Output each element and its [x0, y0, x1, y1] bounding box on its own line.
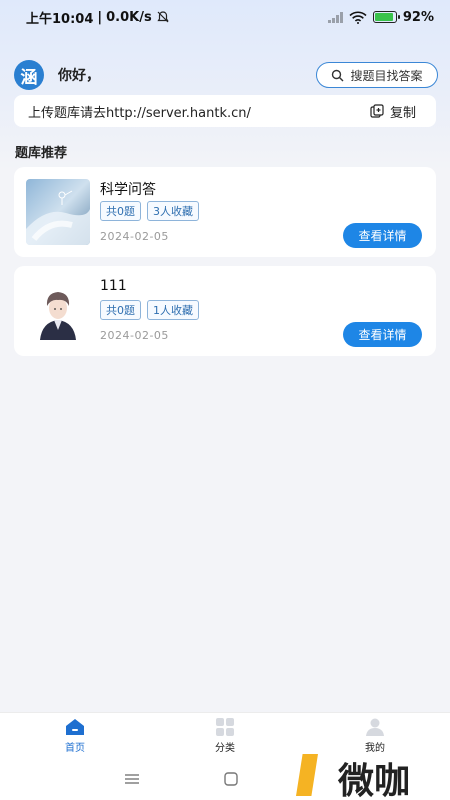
grid-icon	[216, 717, 234, 736]
favorites-tag: 3人收藏	[147, 201, 199, 221]
nav-item-profile[interactable]: 我的	[325, 718, 425, 754]
copy-button-label: 复制	[389, 105, 416, 121]
card-date: 2024-02-05	[100, 230, 169, 243]
wifi-icon	[349, 11, 367, 24]
search-button[interactable]: 搜题目找答案	[316, 62, 438, 88]
signal-icon	[327, 11, 343, 23]
home-icon	[66, 718, 84, 735]
card-title: 111	[100, 278, 127, 294]
status-bar: 上午10:04 | 0.0K/s 92%	[0, 0, 450, 34]
status-separator: |	[97, 9, 103, 25]
upload-notice-text: 上传题库请去http://server.hantk.cn/	[28, 105, 251, 121]
view-details-button[interactable]: 查看详情	[343, 322, 422, 347]
card-thumbnail-avatar	[26, 278, 90, 344]
view-details-button[interactable]: 查看详情	[343, 223, 422, 248]
question-count-tag: 共0题	[100, 201, 141, 221]
nav-item-category[interactable]: 分类	[175, 717, 275, 754]
home-square-icon[interactable]	[224, 772, 238, 786]
section-title: 题库推荐	[15, 146, 68, 161]
search-icon	[332, 69, 344, 81]
app-logo: 涵	[14, 60, 44, 90]
nav-label-category: 分类	[215, 742, 235, 754]
watermark: 微咖	[337, 761, 410, 800]
search-button-label: 搜题目找答案	[350, 68, 423, 83]
greeting-text: 你好，	[58, 68, 100, 84]
question-bank-card[interactable]: 111 共0题 1人收藏 2024-02-05 查看详情	[14, 266, 436, 356]
copy-icon	[370, 104, 384, 118]
battery-percent: 92%	[402, 9, 434, 25]
nav-label-home: 首页	[65, 742, 85, 754]
battery-icon	[372, 11, 400, 23]
status-time: 上午10:04	[26, 11, 94, 27]
card-thumbnail-science	[26, 179, 90, 245]
status-speed: 0.0K/s	[106, 9, 152, 25]
question-bank-card[interactable]: 科学问答 共0题 3人收藏 2024-02-05 查看详情	[14, 167, 436, 257]
user-icon	[366, 718, 384, 736]
question-count-tag: 共0题	[100, 300, 141, 320]
upload-notice: 上传题库请去http://server.hantk.cn/ 复制	[14, 95, 436, 127]
menu-icon[interactable]	[124, 773, 140, 785]
favorites-tag: 1人收藏	[147, 300, 199, 320]
greeting-row: 涵 你好， 搜题目找答案	[14, 60, 438, 90]
copy-button[interactable]: 复制	[370, 102, 416, 121]
card-title: 科学问答	[100, 182, 156, 198]
card-date: 2024-02-05	[100, 329, 169, 342]
nav-item-home[interactable]: 首页	[25, 718, 125, 754]
mute-bell-icon	[157, 11, 169, 23]
